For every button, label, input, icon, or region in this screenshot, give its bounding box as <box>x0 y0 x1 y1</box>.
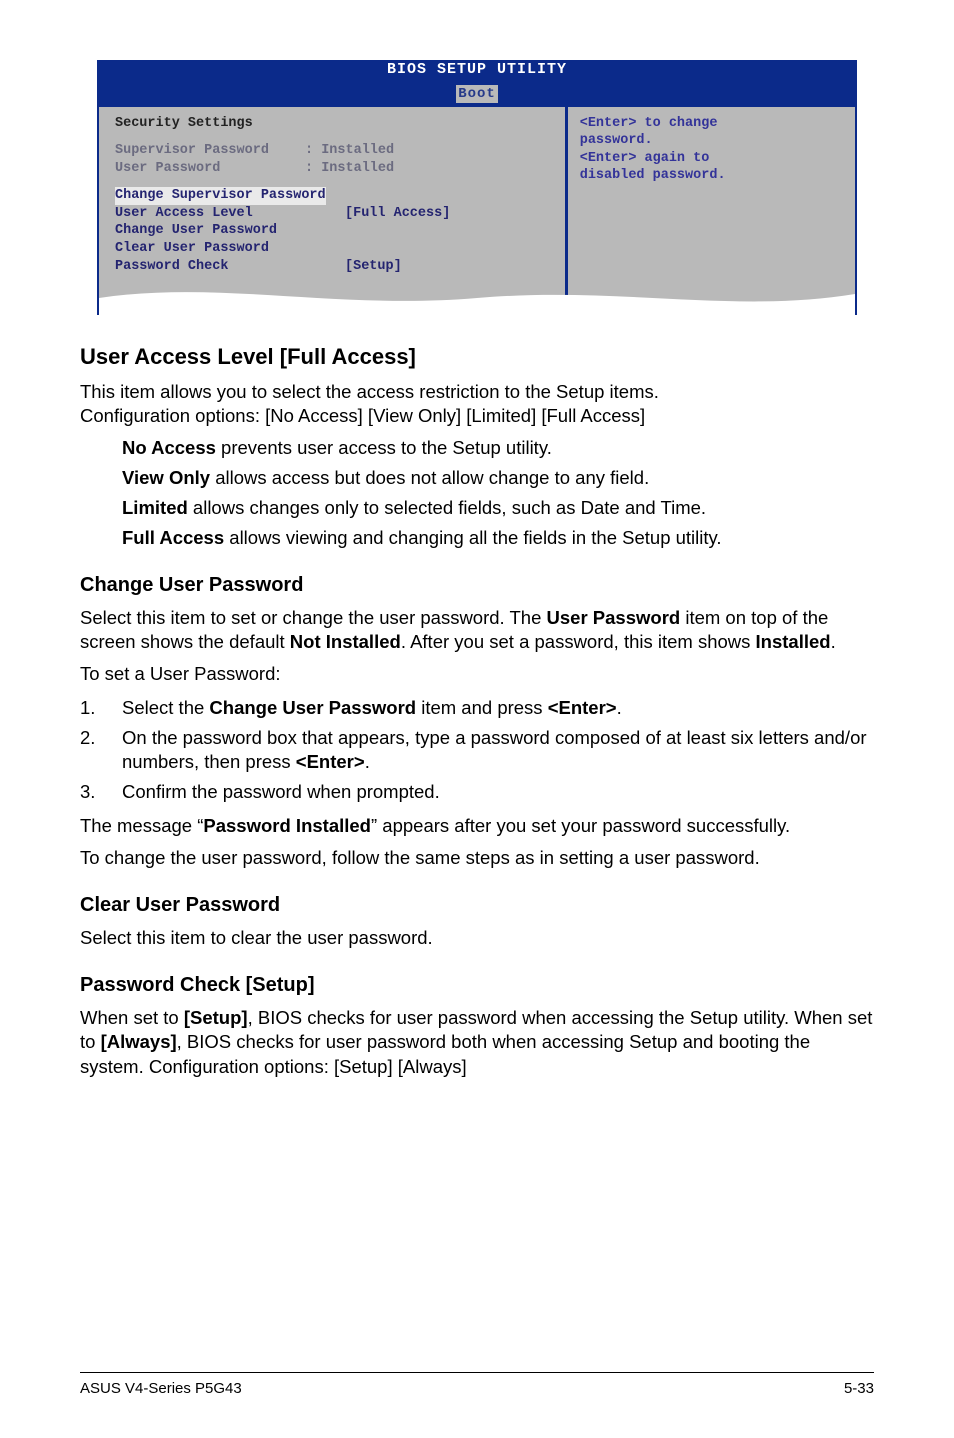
bios-title: BIOS SETUP UTILITY <box>97 60 857 79</box>
option-limited: Limited allows changes only to selected … <box>122 496 874 520</box>
bios-help-line: <Enter> again to <box>580 150 843 168</box>
page-footer: ASUS V4-Series P5G43 5-33 <box>80 1372 874 1399</box>
bios-row-supervisor: Supervisor Password: Installed <box>115 142 553 160</box>
list-item: 2. On the password box that appears, typ… <box>80 726 874 774</box>
bios-section-title: Security Settings <box>115 115 553 133</box>
paragraph: This item allows you to select the acces… <box>80 380 874 428</box>
bios-right-panel: <Enter> to change password. <Enter> agai… <box>568 107 855 315</box>
bios-row-user-access-level[interactable]: User Access Level[Full Access] <box>115 205 553 223</box>
bios-row-user: User Password: Installed <box>115 160 553 178</box>
option-no-access: No Access prevents user access to the Se… <box>122 436 874 460</box>
bios-row-change-supervisor[interactable]: Change Supervisor Password <box>115 187 326 205</box>
bios-row-change-user[interactable]: Change User Password <box>115 222 553 240</box>
bios-help-line: password. <box>580 132 843 150</box>
option-full-access: Full Access allows viewing and changing … <box>122 526 874 550</box>
bios-screenshot: BIOS SETUP UTILITY Boot Security Setting… <box>97 60 857 315</box>
bios-row-clear-user[interactable]: Clear User Password <box>115 240 553 258</box>
bios-left-panel: Security Settings Supervisor Password: I… <box>99 107 568 315</box>
bios-help-line: disabled password. <box>580 167 843 185</box>
heading-password-check: Password Check [Setup] <box>80 972 874 998</box>
footer-left: ASUS V4-Series P5G43 <box>80 1379 242 1399</box>
paragraph: When set to [Setup], BIOS checks for use… <box>80 1006 874 1078</box>
paragraph: Select this item to clear the user passw… <box>80 926 874 950</box>
list-item: 1. Select the Change User Password item … <box>80 696 874 720</box>
paragraph: Select this item to set or change the us… <box>80 606 874 654</box>
bios-row-password-check[interactable]: Password Check[Setup] <box>115 258 553 276</box>
paragraph: To set a User Password: <box>80 662 874 686</box>
option-view-only: View Only allows access but does not all… <box>122 466 874 490</box>
heading-change-user-password: Change User Password <box>80 572 874 598</box>
steps-list: 1. Select the Change User Password item … <box>80 696 874 804</box>
bios-tab-boot[interactable]: Boot <box>456 85 498 103</box>
heading-user-access-level: User Access Level [Full Access] <box>80 343 874 372</box>
heading-clear-user-password: Clear User Password <box>80 892 874 918</box>
paragraph: To change the user password, follow the … <box>80 846 874 870</box>
footer-right: 5-33 <box>844 1379 874 1399</box>
paragraph: The message “Password Installed” appears… <box>80 814 874 838</box>
bios-tabrow: Boot <box>97 79 857 107</box>
list-item: 3. Confirm the password when prompted. <box>80 780 874 804</box>
bios-help-line: <Enter> to change <box>580 115 843 133</box>
